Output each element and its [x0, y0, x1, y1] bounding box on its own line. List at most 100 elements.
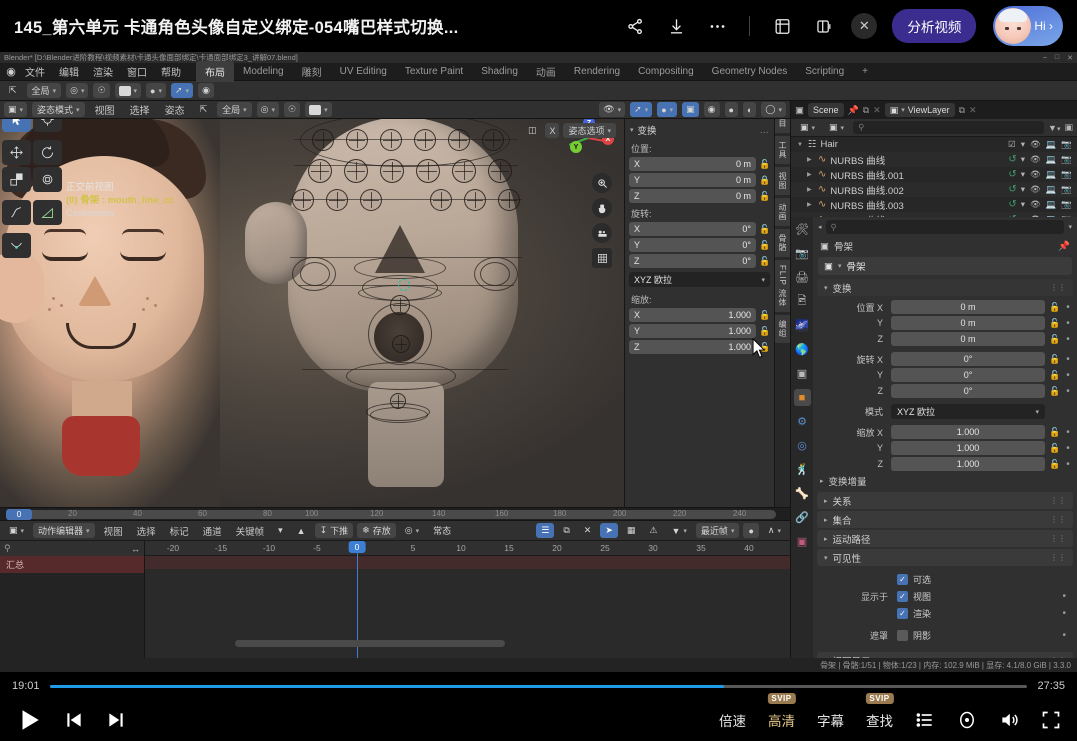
- pivot-point-dropdown[interactable]: ◎▾: [66, 83, 88, 98]
- n-rotation-z-row[interactable]: Z0° 🔓: [625, 253, 774, 269]
- camera-icon[interactable]: 📷: [1061, 184, 1072, 195]
- workspace-tab-geometry-nodes[interactable]: Geometry Nodes: [703, 63, 797, 80]
- prop-rotation-x-row[interactable]: 旋转 X 0° 🔓 •: [813, 351, 1077, 367]
- settings-icon[interactable]: [957, 710, 977, 730]
- outliner-display-mode-icon[interactable]: ▣▾: [824, 120, 849, 135]
- n-tab-edit[interactable]: 编组: [775, 315, 790, 343]
- viewport-checkbox[interactable]: ✓: [897, 591, 908, 602]
- workspace-tab-sculpting[interactable]: 雕刻: [293, 61, 331, 82]
- dopesheet-editor-type-icon[interactable]: ▣▾: [4, 523, 29, 538]
- eye-icon[interactable]: 👁: [1030, 184, 1041, 195]
- volume-icon[interactable]: [999, 710, 1019, 730]
- annotate-tool-icon[interactable]: [2, 200, 31, 225]
- animate-property-dot[interactable]: •: [1064, 459, 1072, 470]
- dopesheet-menu-marker[interactable]: 标记: [165, 524, 194, 538]
- delta-transform-header[interactable]: ▸ 变换增量: [813, 472, 1077, 490]
- copy-icon[interactable]: ⧉: [558, 523, 574, 538]
- chevron-left-icon[interactable]: ◂: [818, 223, 822, 231]
- view-layer-field[interactable]: ▣ ▾ ViewLayer: [885, 103, 955, 117]
- proportional-edit-icon[interactable]: ●▾: [146, 83, 166, 98]
- prop-location-y-value[interactable]: 0 m: [891, 316, 1045, 330]
- monitor-icon[interactable]: 💻: [1046, 169, 1057, 180]
- relations-panel-header[interactable]: ▸ 关系 ⋮⋮: [817, 492, 1073, 509]
- dopesheet-menu-channel[interactable]: 通道: [198, 524, 227, 538]
- filter-icon[interactable]: ▾: [1021, 169, 1025, 180]
- shadow-checkbox[interactable]: [897, 630, 908, 641]
- animate-property-dot[interactable]: •: [1062, 591, 1072, 602]
- menu-help[interactable]: 帮助: [154, 62, 188, 81]
- share-icon[interactable]: [622, 13, 648, 39]
- filter-icon[interactable]: ▾: [1021, 199, 1025, 210]
- close-icon[interactable]: ✕: [851, 13, 877, 39]
- dope-sheet-grid[interactable]: -20 -15 -10 -5 5 10 15 20 25 30 35 40: [145, 541, 790, 659]
- viewport-pivot-icon[interactable]: ◎▾: [257, 102, 279, 117]
- search-button[interactable]: SVIP 查找: [866, 710, 893, 730]
- tab-view-layer[interactable]: 🖻: [794, 293, 811, 310]
- previous-button[interactable]: [64, 710, 84, 730]
- prop-location-y-row[interactable]: Y 0 m 🔓 •: [813, 315, 1077, 331]
- prop-rotation-z-row[interactable]: Z 0° 🔓 •: [813, 383, 1077, 399]
- prop-location-z-value[interactable]: 0 m: [891, 332, 1045, 346]
- dopesheet-menu-select[interactable]: 选择: [132, 524, 161, 538]
- proportional-falloff-icon[interactable]: ➚▾: [171, 83, 193, 98]
- breakdowner-tool-icon[interactable]: [2, 233, 31, 258]
- show-in-viewport-row[interactable]: 显示于 ✓ 视图 •: [813, 588, 1077, 605]
- tab-world[interactable]: 🌎: [794, 341, 811, 358]
- prop-rotation-z-value[interactable]: 0°: [891, 384, 1045, 398]
- outliner-filter-icon[interactable]: ▼▾: [1048, 123, 1060, 133]
- selectable-checkbox[interactable]: ✓: [897, 574, 908, 585]
- unlock-icon[interactable]: 🔓: [1049, 302, 1060, 313]
- user-avatar-button[interactable]: Hi ›: [993, 6, 1063, 46]
- n-rotation-y-row[interactable]: Y0° 🔓: [625, 237, 774, 253]
- maximize-icon[interactable]: □: [1055, 54, 1059, 62]
- menu-edit[interactable]: 编辑: [52, 62, 86, 81]
- unlock-icon[interactable]: 🔓: [759, 256, 770, 267]
- channel-summary-row[interactable]: 汇总: [0, 556, 144, 573]
- shading-material-icon[interactable]: ◐: [743, 102, 756, 117]
- new-scene-icon[interactable]: ⧉: [863, 105, 869, 116]
- eye-icon[interactable]: 👁: [1030, 199, 1041, 210]
- dopesheet-menu-key[interactable]: 关键帧: [231, 524, 270, 538]
- prop-location-z-row[interactable]: Z 0 m 🔓 •: [813, 331, 1077, 347]
- toggle-ortho-icon[interactable]: [592, 248, 612, 268]
- play-button[interactable]: [16, 707, 42, 733]
- checkbox-icon[interactable]: ☑: [1008, 139, 1016, 150]
- scale-tool-icon[interactable]: [2, 167, 31, 192]
- rotate-tool-icon[interactable]: [33, 140, 62, 165]
- warning-icon[interactable]: ⚠: [644, 523, 662, 538]
- playlist-icon[interactable]: [915, 710, 935, 730]
- filter-icon[interactable]: ▼▾: [666, 523, 691, 538]
- animate-property-dot[interactable]: •: [1064, 354, 1072, 365]
- tab-constraints[interactable]: 🕺: [794, 461, 811, 478]
- snap-mode-dropdown[interactable]: 最近帧 ▾: [696, 523, 740, 538]
- pin-icon[interactable]: 📌: [1058, 241, 1070, 252]
- scene-name-field[interactable]: Scene: [808, 103, 844, 117]
- n-scale-z-row[interactable]: Z1.000 🔓: [625, 339, 774, 355]
- proportional-falloff-keys-icon[interactable]: ●: [743, 523, 758, 538]
- chevron-right-icon[interactable]: ▶: [807, 201, 814, 208]
- gizmo-y-axis[interactable]: Y: [570, 141, 582, 153]
- monitor-icon[interactable]: 💻: [1046, 199, 1057, 210]
- prop-scale-x-row[interactable]: 缩放 X 1.000 🔓 •: [813, 424, 1077, 440]
- tab-material[interactable]: ▣: [794, 533, 811, 550]
- measure-tool-icon[interactable]: [33, 200, 62, 225]
- properties-search-input[interactable]: ⚲: [826, 220, 1065, 234]
- tab-render[interactable]: 📷: [794, 245, 811, 262]
- list-item[interactable]: ▶ ∿ NURBS 曲线.002 ↺ ▾ 👁 💻 📷: [791, 182, 1077, 197]
- camera-icon[interactable]: 📷: [1061, 199, 1072, 210]
- unlock-icon[interactable]: 🔓: [1049, 354, 1060, 365]
- viewport-snap-icon[interactable]: ☉: [284, 102, 300, 117]
- viewport-orientation-dropdown[interactable]: 全局 ▾: [217, 102, 252, 117]
- prop-rotation-mode-dropdown[interactable]: XYZ 欧拉 ▾: [891, 404, 1045, 419]
- snap-target-dropdown[interactable]: ▾: [115, 83, 142, 98]
- workspace-tab-compositing[interactable]: Compositing: [629, 63, 703, 80]
- dopesheet-mode-label[interactable]: 常态: [428, 523, 456, 538]
- menu-window[interactable]: 窗口: [120, 62, 154, 81]
- pose-options-dropdown[interactable]: 姿态选项 ▾: [563, 123, 616, 138]
- falloff-curve-icon[interactable]: ∧▾: [763, 523, 786, 538]
- camera-icon[interactable]: 📷: [1061, 154, 1072, 165]
- unlock-icon[interactable]: 🔓: [759, 310, 770, 321]
- dopesheet-mode-dropdown[interactable]: 动作编辑器 ▾: [33, 523, 95, 538]
- menu-render[interactable]: 渲染: [86, 62, 120, 81]
- tab-object[interactable]: ■: [794, 389, 811, 406]
